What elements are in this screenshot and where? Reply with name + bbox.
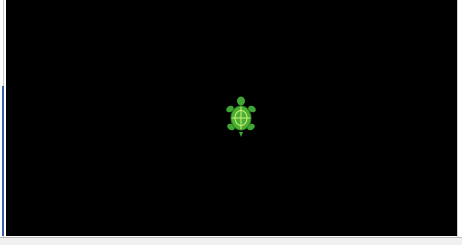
window-left-accent [2, 86, 4, 236]
turtle-icon[interactable] [225, 96, 257, 138]
drawing-canvas[interactable] [6, 0, 458, 236]
window-bottom-bar [0, 237, 462, 245]
turtle-graphics-window [0, 0, 462, 245]
window-right-edge [457, 0, 462, 240]
